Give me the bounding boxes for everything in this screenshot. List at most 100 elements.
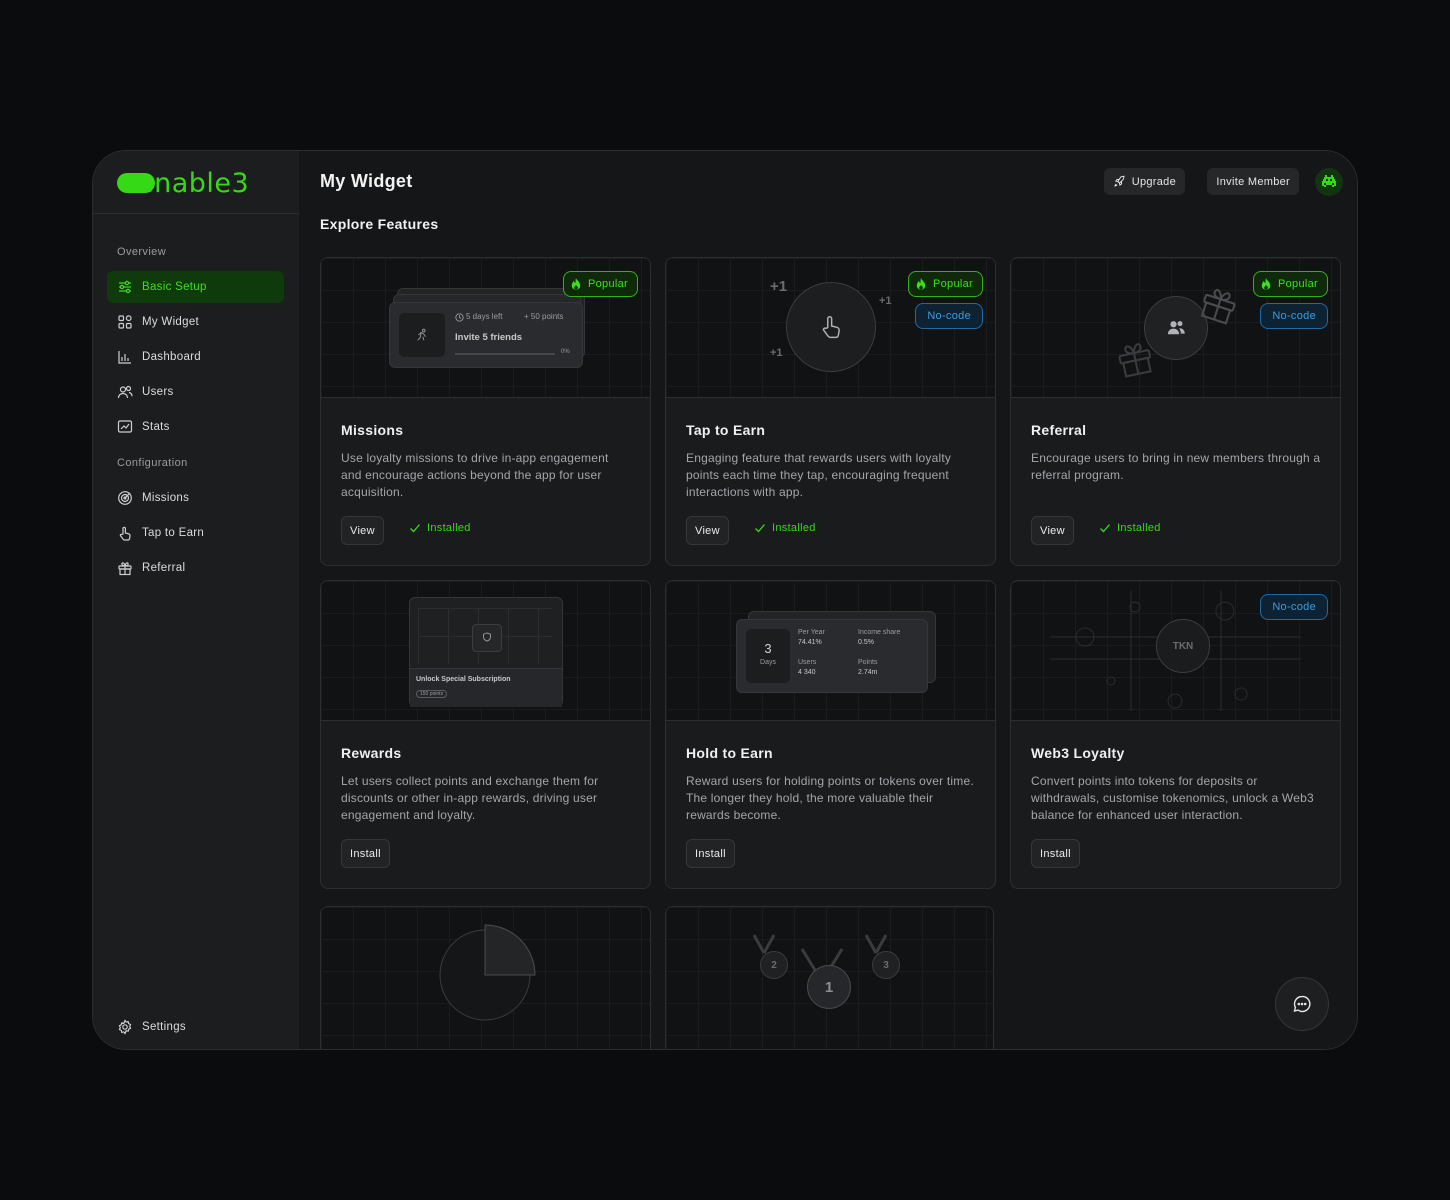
popular-badge: Popular <box>562 271 638 297</box>
feature-card-rewards[interactable]: Unlock Special Subscription 150 points R… <box>320 580 651 889</box>
badge-label: No-code <box>927 310 971 322</box>
sidebar-item-my-widget[interactable]: My Widget <box>107 306 284 338</box>
mission-thumb <box>399 313 445 357</box>
section-label-overview: Overview <box>117 246 167 258</box>
feature-card-tap-to-earn[interactable]: +1 +1 +1 Popular No-code Tap to Earn Eng… <box>665 257 996 566</box>
status-label: Installed <box>1117 522 1161 534</box>
card-title: Referral <box>1031 422 1087 438</box>
sidebar-item-missions[interactable]: Missions <box>107 482 284 514</box>
feature-card-missions[interactable]: 5 days left + 50 points Invite 5 friends… <box>320 257 651 566</box>
gift-icon <box>118 562 132 576</box>
gift-icon <box>1118 343 1152 378</box>
flame-icon <box>1261 277 1271 290</box>
income-label: Income share <box>858 629 901 636</box>
card-description: Use loyalty missions to drive in-app eng… <box>341 451 609 499</box>
page-title: My Widget <box>320 171 413 191</box>
card-visual: Unlock Special Subscription 150 points <box>321 581 650 721</box>
badge-label: Popular <box>932 278 973 290</box>
upgrade-label: Upgrade <box>1131 175 1176 188</box>
sidebar-item-tap-to-earn[interactable]: Tap to Earn <box>107 517 284 549</box>
tap-circle <box>786 282 876 372</box>
badge-label: Popular <box>587 278 628 290</box>
days-number: 3 <box>764 641 772 656</box>
token-coin: TKN <box>1156 619 1210 673</box>
per-year-label: Per Year <box>798 629 825 636</box>
sidebar-item-label: Stats <box>142 421 170 433</box>
sidebar-item-label: My Widget <box>142 316 200 328</box>
view-button[interactable]: View <box>341 516 384 545</box>
chat-button[interactable] <box>1275 977 1329 1031</box>
card-description: Engaging feature that rewards users with… <box>686 451 952 499</box>
token-label: TKN <box>1172 640 1194 652</box>
users-label: Users <box>798 659 817 666</box>
flame-icon <box>571 277 581 290</box>
feature-card-referral[interactable]: Popular No-code Referral Encourage users… <box>1010 257 1341 566</box>
points-value: 2.74m <box>858 669 878 676</box>
tap-hand-icon <box>822 316 840 339</box>
feature-card-web3-loyalty[interactable]: TKN No-code Web3 Loyalty Convert points … <box>1010 580 1341 889</box>
upgrade-button[interactable]: Upgrade <box>1103 168 1185 195</box>
install-button[interactable]: Install <box>1031 839 1080 868</box>
feature-card-hold-to-earn[interactable]: 3 Days Per Year 74.41% Income share 0.5%… <box>665 580 996 889</box>
status-label: Installed <box>772 522 816 534</box>
clock-icon <box>455 313 464 322</box>
brand-logo[interactable]: enable3 <box>117 168 249 199</box>
installed-status: Installed <box>1099 522 1161 534</box>
card-visual <box>321 907 650 1049</box>
sidebar-divider <box>93 213 299 214</box>
section-label-configuration: Configuration <box>117 457 188 469</box>
card-title: Web3 Loyalty <box>1031 745 1125 761</box>
feature-card-leaderboard[interactable]: 2 3 1 <box>665 906 994 1049</box>
sidebar-item-settings[interactable]: Settings <box>107 1011 284 1043</box>
unlock-label: Unlock Special Subscription <box>416 676 511 683</box>
sidebar: enable3 Overview Basic Setup My Widget D… <box>93 151 299 1049</box>
no-code-badge: No-code <box>1260 594 1328 620</box>
view-button[interactable]: View <box>686 516 729 545</box>
feature-card-pie[interactable] <box>320 906 651 1049</box>
tap-hand-icon <box>119 526 131 541</box>
sidebar-item-label: Basic Setup <box>142 281 207 293</box>
stats-chart-icon <box>117 420 133 433</box>
sidebar-item-stats[interactable]: Stats <box>107 411 284 443</box>
medal-second: 2 <box>760 951 788 979</box>
mission-progress: 0% <box>561 349 570 355</box>
sliders-icon <box>119 280 131 294</box>
sidebar-item-label: Dashboard <box>142 351 201 363</box>
medal-first: 1 <box>807 965 851 1009</box>
card-title: Rewards <box>341 745 402 761</box>
invite-member-button[interactable]: Invite Member <box>1207 168 1299 195</box>
sidebar-item-users[interactable]: Users <box>107 376 284 408</box>
sidebar-item-referral[interactable]: Referral <box>107 552 284 584</box>
sidebar-item-dashboard[interactable]: Dashboard <box>107 341 284 373</box>
mission-preview: 5 days left + 50 points Invite 5 friends… <box>389 302 583 368</box>
points-label: Points <box>858 659 878 666</box>
popular-badge: Popular <box>1252 271 1328 297</box>
avatar[interactable] <box>1315 168 1343 196</box>
rewards-preview: Unlock Special Subscription 150 points <box>409 597 563 707</box>
sidebar-item-label: Missions <box>142 492 190 504</box>
no-code-badge: No-code <box>915 303 983 329</box>
sidebar-item-label: Tap to Earn <box>142 527 205 539</box>
card-title: Missions <box>341 422 404 438</box>
bar-chart-icon <box>118 351 131 364</box>
mission-task: Invite 5 friends <box>455 332 523 343</box>
card-visual: 2 3 1 <box>666 907 993 1049</box>
status-label: Installed <box>427 522 471 534</box>
app-window: enable3 Overview Basic Setup My Widget D… <box>92 150 1358 1050</box>
card-description: Reward users for holding points or token… <box>686 774 974 822</box>
rewards-footer <box>410 668 562 707</box>
chat-bubble-icon <box>1293 995 1311 1013</box>
card-title: Hold to Earn <box>686 745 773 761</box>
sidebar-item-basic-setup[interactable]: Basic Setup <box>107 271 284 303</box>
install-button[interactable]: Install <box>341 839 390 868</box>
unlock-cost: 150 points <box>416 690 448 698</box>
gear-icon <box>118 1019 132 1035</box>
view-button[interactable]: View <box>1031 516 1074 545</box>
invite-label: Invite Member <box>1216 175 1290 188</box>
install-button[interactable]: Install <box>686 839 735 868</box>
card-title: Tap to Earn <box>686 422 766 438</box>
pie-chart-icon <box>439 924 536 1021</box>
hold-preview: 3 Days Per Year 74.41% Income share 0.5%… <box>736 619 928 693</box>
sidebar-item-label: Users <box>142 386 174 398</box>
section-title: Explore Features <box>320 216 439 232</box>
